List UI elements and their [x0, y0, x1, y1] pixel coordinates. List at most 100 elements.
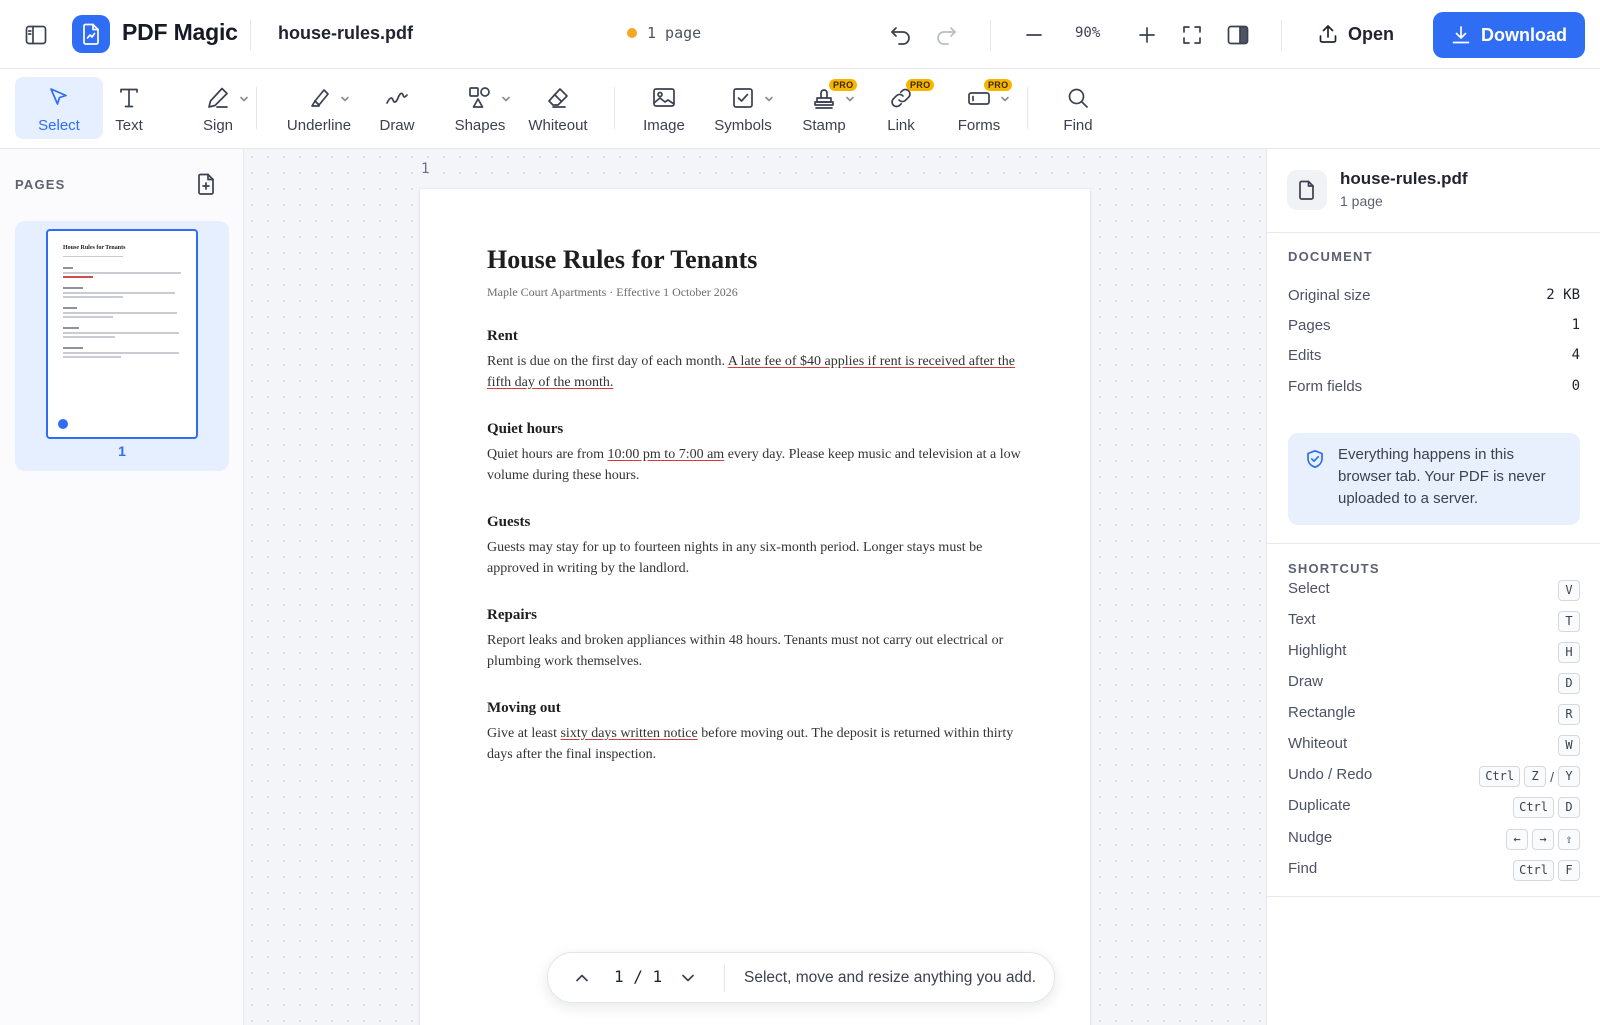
key-cap: D — [1558, 673, 1580, 694]
shortcut-label: Text — [1288, 611, 1316, 628]
stat-label: Form fields — [1288, 378, 1363, 395]
section-body[interactable]: Rent is due on the first day of each mon… — [487, 351, 1027, 393]
document-title[interactable]: House Rules for Tenants — [487, 245, 1027, 275]
add-page-icon[interactable] — [196, 173, 218, 195]
file-name[interactable]: house-rules.pdf — [278, 23, 413, 44]
zoom-level[interactable]: 90% — [1075, 25, 1100, 41]
thumbnail-line — [63, 276, 93, 278]
shortcut-keys: Ctrl Z / Y — [1479, 766, 1580, 787]
underline-annotation[interactable]: sixty days written notice — [560, 726, 697, 741]
divider — [250, 20, 251, 50]
underline-annotation[interactable]: 10:00 pm to 7:00 am — [608, 447, 725, 462]
chevron-up-icon[interactable] — [572, 968, 592, 988]
section-heading[interactable]: Guests — [487, 514, 1027, 531]
section-heading[interactable]: Quiet hours — [487, 421, 1027, 438]
pdf-page[interactable]: House Rules for Tenants Maple Court Apar… — [420, 189, 1090, 1025]
tool-shapes[interactable]: Shapes — [444, 77, 516, 139]
tool-label: Symbols — [714, 117, 772, 134]
key-cap: Ctrl — [1513, 860, 1554, 881]
chevron-down-icon[interactable] — [340, 95, 350, 103]
section-body[interactable]: Quiet hours are from 10:00 pm to 7:00 am… — [487, 444, 1027, 486]
download-button[interactable]: Download — [1433, 12, 1585, 58]
thumbnail-line — [63, 312, 177, 314]
shortcut-keys: T — [1558, 611, 1580, 632]
page-navigator: 1 / 1 Select, move and resize anything y… — [547, 952, 1055, 1003]
shortcut-keys: V — [1558, 580, 1580, 601]
shortcut-label: Undo / Redo — [1288, 766, 1373, 783]
tool-label: Link — [887, 117, 915, 134]
tool-whiteout[interactable]: Whiteout — [522, 77, 594, 139]
tool-symbols[interactable]: Symbols — [711, 77, 775, 139]
shortcut-row: Nudge ← → ⇧ — [1288, 829, 1580, 853]
sidebar-toggle-icon[interactable] — [22, 22, 50, 48]
shortcut-keys: Ctrl D — [1513, 797, 1580, 818]
shortcut-label: Select — [1288, 580, 1330, 597]
tool-stamp[interactable]: PRO Stamp — [797, 77, 858, 139]
shortcuts-section-label: SHORTCUTS — [1288, 561, 1380, 576]
tool-text[interactable]: Text — [103, 77, 155, 139]
chevron-down-icon[interactable] — [1000, 95, 1010, 103]
tool-label: Stamp — [802, 117, 846, 134]
document-subtitle[interactable]: Maple Court Apartments · Effective 1 Oct… — [487, 285, 1027, 300]
key-cap: ← — [1506, 829, 1528, 850]
thumbnail-line — [63, 336, 115, 338]
key-cap: V — [1558, 580, 1580, 601]
tool-sign[interactable]: Sign — [188, 77, 248, 139]
shield-icon — [1305, 449, 1325, 469]
thumbnail-title: House Rules for Tenants — [63, 245, 126, 251]
redo-icon[interactable] — [933, 22, 959, 48]
undo-icon[interactable] — [888, 22, 914, 48]
divider — [724, 965, 725, 992]
shortcut-keys: R — [1558, 704, 1580, 725]
page-thumbnail-card[interactable]: House Rules for Tenants 1 — [15, 221, 229, 471]
tool-underline[interactable]: Underline — [276, 77, 362, 139]
thumbnail-line — [63, 316, 113, 318]
tool-select[interactable]: Select — [15, 77, 103, 139]
section-guests: Guests Guests may stay for up to fourtee… — [487, 514, 1027, 579]
section-heading[interactable]: Repairs — [487, 607, 1027, 624]
tool-draw[interactable]: Draw — [370, 77, 424, 139]
app-name: PDF Magic — [122, 19, 238, 45]
zoom-out-icon[interactable] — [1021, 22, 1047, 48]
fullscreen-icon[interactable] — [1179, 22, 1205, 48]
page-thumbnail[interactable]: House Rules for Tenants — [46, 229, 198, 439]
chevron-down-icon[interactable] — [239, 95, 249, 103]
section-repairs: Repairs Report leaks and broken applianc… — [487, 607, 1027, 672]
shortcut-row: Find Ctrl F — [1288, 860, 1580, 884]
tool-label: Select — [38, 117, 80, 134]
shortcut-row: Undo / Redo Ctrl Z / Y — [1288, 766, 1580, 790]
chevron-down-icon[interactable] — [845, 95, 855, 103]
shortcut-row: Whiteout W — [1288, 735, 1580, 759]
chevron-down-icon[interactable] — [678, 968, 698, 988]
section-body[interactable]: Report leaks and broken appliances withi… — [487, 630, 1027, 672]
section-moving-out: Moving out Give at least sixty days writ… — [487, 700, 1027, 765]
chevron-down-icon[interactable] — [501, 95, 511, 103]
section-heading[interactable]: Rent — [487, 328, 1027, 345]
chevron-down-icon[interactable] — [764, 95, 774, 103]
section-heading[interactable]: Moving out — [487, 700, 1027, 717]
privacy-note: Everything happens in this browser tab. … — [1288, 433, 1580, 525]
checkbox-icon — [730, 85, 773, 111]
divider — [1267, 896, 1600, 897]
panel-icon[interactable] — [1224, 22, 1252, 48]
section-body[interactable]: Give at least sixty days written notice … — [487, 723, 1027, 765]
document-canvas[interactable]: 1 House Rules for Tenants Maple Court Ap… — [244, 149, 1266, 1025]
divider — [990, 20, 991, 50]
key-cap: Ctrl — [1479, 766, 1521, 787]
open-button[interactable]: Open — [1318, 14, 1394, 54]
top-bar: PDF Magic house-rules.pdf 1 page 90% Ope… — [0, 0, 1600, 69]
key-cap: Y — [1558, 766, 1580, 787]
key-cap: H — [1558, 642, 1580, 663]
page-count-text: 1 page — [647, 24, 702, 42]
tool-forms[interactable]: PRO Forms — [952, 77, 1013, 139]
tool-find[interactable]: Find — [1058, 77, 1098, 139]
tool-link[interactable]: PRO Link — [878, 77, 935, 139]
section-body[interactable]: Guests may stay for up to fourteen night… — [487, 537, 1027, 579]
tool-label: Forms — [957, 117, 1001, 134]
zoom-in-icon[interactable] — [1134, 22, 1160, 48]
tool-image[interactable]: Image — [636, 77, 692, 139]
stat-label: Pages — [1288, 317, 1331, 334]
key-cap: R — [1558, 704, 1580, 725]
shortcut-keys: D — [1558, 673, 1580, 694]
shortcut-row: Rectangle R — [1288, 704, 1580, 728]
